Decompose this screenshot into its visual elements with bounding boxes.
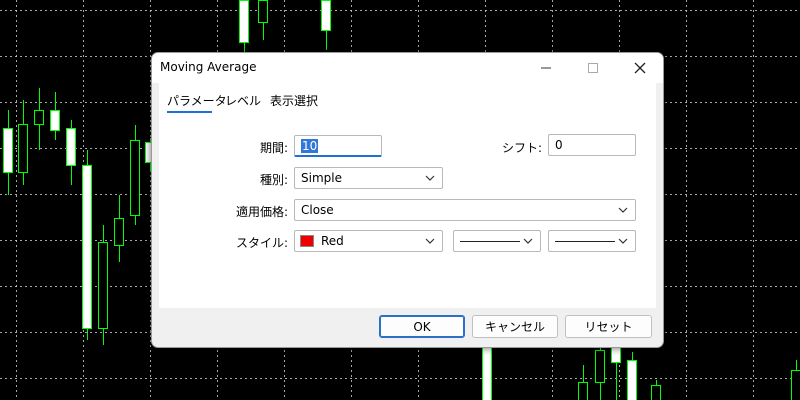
candle-body [651, 385, 661, 400]
period-input[interactable]: 10 [294, 135, 382, 157]
tab-panel: パラメータ レベル 表示選択 期間: 10 シフト: 0 種別: Simple … [159, 83, 656, 308]
line-width-sample [555, 241, 615, 242]
title-bar[interactable]: Moving Average [152, 53, 663, 83]
line-style-select[interactable] [453, 230, 541, 252]
method-label: 種別: [259, 173, 288, 187]
chevron-down-icon [618, 207, 628, 213]
color-select[interactable]: Red [294, 230, 443, 252]
candle-body [258, 0, 268, 23]
candle-body [98, 242, 108, 329]
active-tab-indicator [167, 111, 212, 113]
maximize-icon [587, 63, 598, 73]
maximize-button[interactable] [570, 53, 615, 83]
close-icon [634, 62, 645, 74]
period-value: 10 [301, 139, 319, 153]
candle-body [595, 350, 605, 383]
candle-body [578, 382, 588, 400]
chevron-down-icon [618, 238, 628, 244]
line-style-sample [460, 241, 520, 242]
apply-to-label: 適用価格: [235, 205, 288, 219]
ok-button[interactable]: OK [379, 315, 465, 338]
color-swatch [300, 235, 314, 247]
candle-body [239, 0, 249, 43]
minimize-button[interactable] [523, 53, 568, 83]
color-name: Red [321, 234, 344, 248]
candle-body [611, 345, 621, 363]
candle-body [34, 110, 44, 125]
method-value: Simple [301, 171, 342, 185]
shift-input[interactable]: 0 [548, 134, 636, 156]
shift-label: シフト: [501, 141, 542, 155]
candle-body [321, 0, 331, 31]
candle-body [627, 360, 637, 400]
apply-to-value: Close [301, 203, 334, 217]
moving-average-dialog: Moving Average パラメータ レベル 表示選択 期間: 10 シフト… [151, 52, 664, 348]
tab-levels[interactable]: レベル [225, 92, 261, 109]
chevron-down-icon [425, 175, 435, 181]
candle-body [82, 165, 92, 329]
candle-body [66, 128, 76, 166]
candle-body [130, 140, 140, 216]
minimize-icon [540, 67, 551, 69]
method-select[interactable]: Simple [294, 167, 443, 189]
candle-body [50, 110, 60, 131]
chevron-down-icon [523, 238, 533, 244]
reset-button[interactable]: リセット [565, 315, 652, 338]
dialog-title: Moving Average [160, 60, 257, 74]
candle-body [114, 218, 124, 246]
line-width-select[interactable] [548, 230, 636, 252]
apply-to-select[interactable]: Close [294, 199, 636, 221]
candle-body [482, 345, 492, 400]
cancel-button[interactable]: キャンセル [472, 315, 558, 338]
shift-value: 0 [555, 138, 563, 152]
candle-body [18, 124, 28, 173]
close-button[interactable] [617, 53, 662, 83]
chevron-down-icon [425, 238, 435, 244]
tab-parameters[interactable]: パラメータ [167, 92, 227, 109]
period-label: 期間: [259, 141, 288, 155]
candle-body [791, 370, 800, 400]
candle-body [3, 128, 13, 173]
style-label: スタイル: [235, 236, 288, 250]
tab-visualization[interactable]: 表示選択 [270, 92, 318, 109]
